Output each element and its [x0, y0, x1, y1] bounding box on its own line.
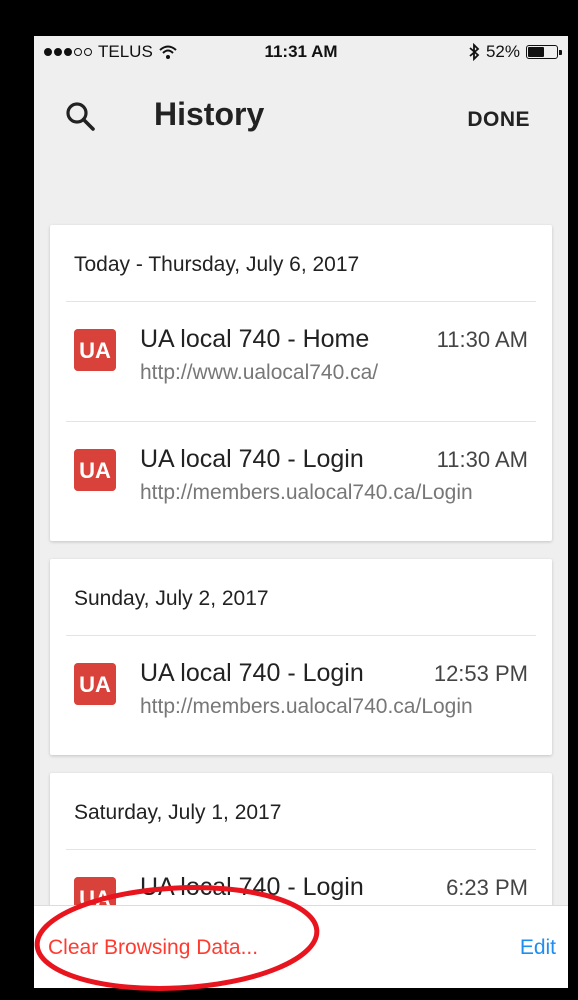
status-bar: TELUS 11:31 AM 52%	[34, 36, 568, 70]
history-entry[interactable]: UA UA local 740 - Login 11:30 AM http://…	[50, 425, 552, 535]
ua-favicon-icon: UA	[74, 663, 116, 705]
battery-tip	[559, 50, 562, 55]
battery-percent: 52%	[485, 42, 520, 61]
bottom-toolbar: Clear Browsing Data... Edit	[34, 905, 568, 988]
entry-title: UA local 740 - Home	[140, 325, 370, 353]
group-date: Today - Thursday, July 6, 2017	[74, 253, 360, 276]
ua-favicon-icon: UA	[74, 449, 116, 491]
history-group: Today - Thursday, July 6, 2017 UA UA loc…	[50, 225, 552, 541]
entry-url: http://www.ualocal740.ca/	[140, 361, 379, 384]
entry-title: UA local 740 - Login	[140, 659, 364, 687]
battery-fill	[528, 47, 544, 57]
clear-browsing-data-button[interactable]: Clear Browsing Data...	[48, 936, 258, 960]
entry-url: http://members.ualocal740.ca/Login	[140, 481, 473, 504]
history-entry[interactable]: UA UA local 740 - Home 11:30 AM http://w…	[50, 305, 552, 415]
ua-favicon-icon: UA	[74, 329, 116, 371]
history-group: Sunday, July 2, 2017 UA UA local 740 - L…	[50, 559, 552, 755]
history-entry[interactable]: UA UA local 740 - Login 12:53 PM http://…	[50, 639, 552, 749]
edit-button[interactable]: Edit	[520, 936, 556, 960]
entry-time: 12:53 PM	[433, 661, 528, 686]
entry-url: http://members.ualocal740.ca/Login	[140, 695, 473, 718]
status-right: 52%	[468, 42, 562, 62]
group-date: Sunday, July 2, 2017	[74, 587, 269, 610]
phone-screen: TELUS 11:31 AM 52% History DONE Today - …	[34, 36, 568, 988]
battery-icon	[526, 45, 562, 59]
divider	[66, 849, 536, 850]
divider	[66, 301, 536, 302]
divider	[66, 635, 536, 636]
bluetooth-icon	[469, 43, 480, 61]
entry-time: 11:30 AM	[436, 447, 528, 472]
favicon-text: UA	[79, 672, 111, 697]
entry-title: UA local 740 - Login	[140, 445, 364, 473]
group-date: Saturday, July 1, 2017	[74, 801, 282, 824]
favicon-text: UA	[79, 338, 111, 363]
entry-time: 6:23 PM	[446, 875, 528, 900]
page-title: History	[154, 96, 265, 132]
header: History DONE	[34, 86, 568, 150]
done-button[interactable]: DONE	[467, 108, 530, 132]
entry-title: UA local 740 - Login	[140, 873, 364, 901]
divider	[66, 421, 536, 422]
search-icon[interactable]	[64, 100, 98, 134]
favicon-text: UA	[79, 458, 111, 483]
entry-time: 11:30 AM	[436, 327, 528, 352]
